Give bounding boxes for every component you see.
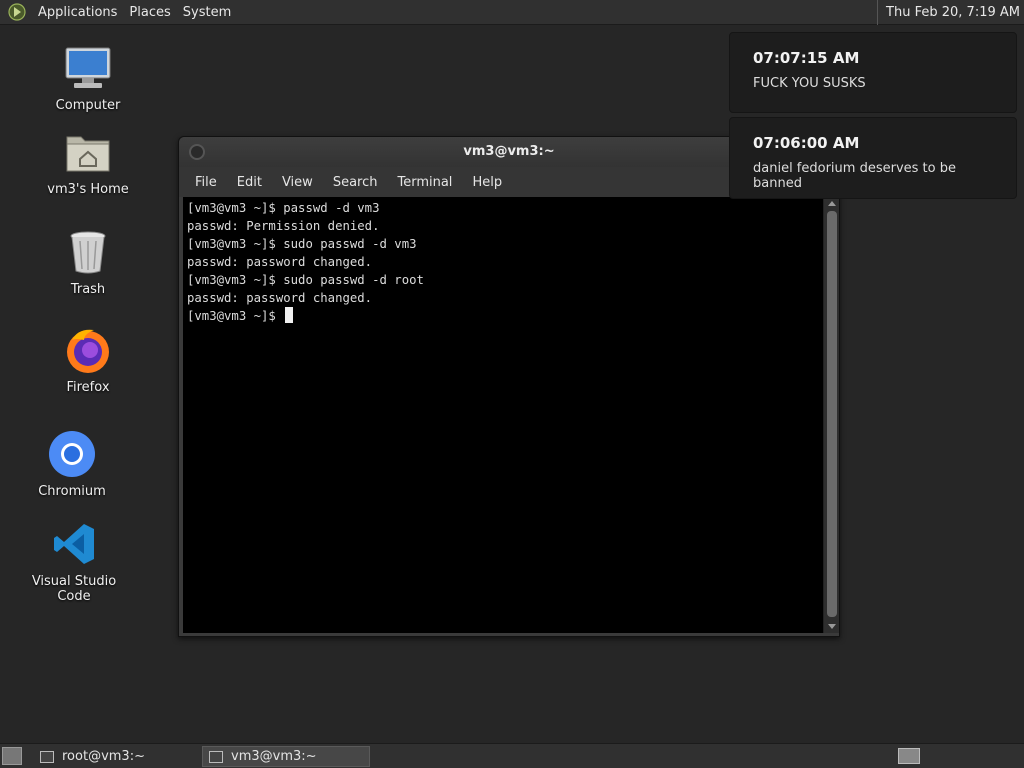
notification[interactable]: 07:07:15 AM FUCK YOU SUSKS bbox=[729, 32, 1017, 113]
terminal-window[interactable]: vm3@vm3:~ File Edit View Search Terminal… bbox=[178, 136, 840, 637]
firefox-icon bbox=[64, 326, 112, 374]
chromium-icon bbox=[48, 430, 96, 478]
taskbar-item[interactable]: root@vm3:~ bbox=[34, 746, 200, 767]
terminal-prompt: [vm3@vm3 ~]$ bbox=[187, 309, 284, 323]
terminal-line: passwd: Permission denied. bbox=[187, 219, 380, 233]
menu-system[interactable]: System bbox=[177, 0, 237, 25]
desktop-icon-computer[interactable]: Computer bbox=[28, 44, 148, 113]
desktop-icon-vscode[interactable]: Visual Studio Code bbox=[14, 520, 134, 604]
terminal-output[interactable]: [vm3@vm3 ~]$ passwd -d vm3 passwd: Permis… bbox=[183, 197, 825, 633]
scroll-up-arrow-icon[interactable] bbox=[828, 201, 836, 206]
show-desktop-icon[interactable] bbox=[2, 747, 22, 765]
menu-search[interactable]: Search bbox=[323, 175, 388, 190]
menu-view[interactable]: View bbox=[272, 175, 323, 190]
menu-help[interactable]: Help bbox=[462, 175, 512, 190]
menu-file[interactable]: File bbox=[185, 175, 227, 190]
terminal-line: passwd: password changed. bbox=[187, 291, 373, 305]
text-cursor bbox=[285, 307, 294, 323]
notification-time: 07:07:15 AM bbox=[753, 49, 860, 67]
computer-icon bbox=[64, 44, 112, 92]
menu-terminal[interactable]: Terminal bbox=[387, 175, 462, 190]
desktop-icon-chromium[interactable]: Chromium bbox=[12, 430, 132, 499]
terminal-icon bbox=[40, 750, 54, 763]
scroll-down-arrow-icon[interactable] bbox=[828, 624, 836, 629]
taskbar-item-label: vm3@vm3:~ bbox=[231, 749, 317, 764]
taskbar-item-active[interactable]: vm3@vm3:~ bbox=[202, 746, 370, 767]
menu-places[interactable]: Places bbox=[123, 0, 176, 25]
bottom-panel: root@vm3:~ vm3@vm3:~ bbox=[0, 743, 1024, 768]
terminal-prompt-line[interactable]: [vm3@vm3 ~]$ bbox=[187, 307, 821, 325]
terminal-line: [vm3@vm3 ~]$ passwd -d vm3 bbox=[187, 201, 380, 215]
top-panel: Applications Places System Thu Feb 20, 7… bbox=[0, 0, 1024, 25]
desktop-icon-firefox[interactable]: Firefox bbox=[28, 326, 148, 395]
desktop-icon-label: Visual Studio Code bbox=[31, 574, 117, 604]
taskbar-item-label: root@vm3:~ bbox=[62, 749, 145, 764]
notification-message: FUCK YOU SUSKS bbox=[753, 76, 866, 91]
notification-message: daniel fedorium deserves to be banned bbox=[753, 161, 956, 191]
desktop-icon-home[interactable]: vm3's Home bbox=[28, 128, 148, 197]
home-folder-icon bbox=[64, 128, 112, 176]
desktop-icon-label: Trash bbox=[70, 282, 106, 297]
distro-logo-icon[interactable] bbox=[6, 1, 28, 23]
vscode-icon bbox=[50, 520, 98, 568]
desktop-icon-label: Firefox bbox=[66, 380, 110, 395]
menu-applications[interactable]: Applications bbox=[32, 0, 123, 25]
scrollbar-thumb[interactable] bbox=[827, 211, 837, 617]
desktop-icon-label: Chromium bbox=[38, 484, 106, 499]
terminal-scrollbar[interactable] bbox=[823, 197, 839, 633]
terminal-line: [vm3@vm3 ~]$ sudo passwd -d vm3 bbox=[187, 237, 417, 251]
terminal-icon bbox=[209, 750, 223, 763]
menu-edit[interactable]: Edit bbox=[227, 175, 272, 190]
desktop-icon-label: vm3's Home bbox=[47, 182, 129, 197]
notification-time: 07:06:00 AM bbox=[753, 134, 860, 152]
desktop-icon-label: Computer bbox=[55, 98, 121, 113]
clock[interactable]: Thu Feb 20, 7:19 AM bbox=[877, 0, 1020, 25]
desktop-icon-trash[interactable]: Trash bbox=[28, 228, 148, 297]
notification[interactable]: 07:06:00 AM daniel fedorium deserves to … bbox=[729, 117, 1017, 199]
terminal-line: [vm3@vm3 ~]$ sudo passwd -d root bbox=[187, 273, 424, 287]
workspace-switcher[interactable] bbox=[898, 748, 920, 764]
terminal-line: passwd: password changed. bbox=[187, 255, 373, 269]
trash-icon bbox=[64, 228, 112, 276]
